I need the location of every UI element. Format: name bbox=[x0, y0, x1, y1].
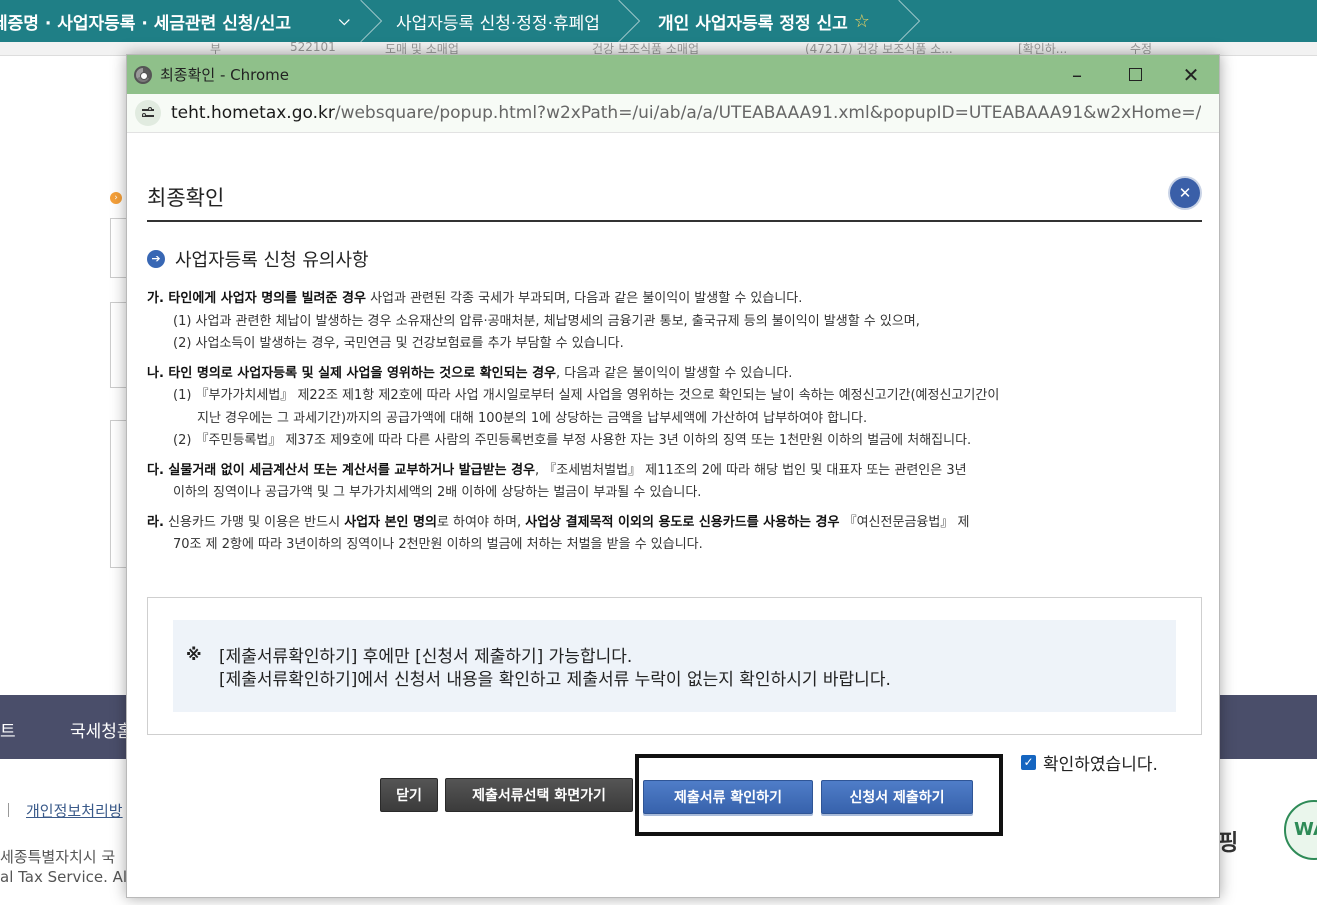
footer-nav-item[interactable]: 국세청홈 bbox=[70, 717, 133, 742]
notice-text: , 『조세범처벌법』 제11조의 2에 따라 해당 법인 및 대표자 또는 관련… bbox=[535, 462, 967, 478]
info-message: ※ [제출서류확인하기] 후에만 [신청서 제출하기] 가능합니다. [제출서류… bbox=[173, 620, 1176, 712]
check-documents-button[interactable]: 제출서류 확인하기 bbox=[643, 780, 813, 814]
notice-item-da: 다. 실물거래 없이 세금계산서 또는 계산서를 교부하거나 발급받는 경우, … bbox=[147, 460, 1202, 483]
notice-text: , 다음과 같은 불이익이 발생할 수 있습니다. bbox=[556, 365, 793, 381]
info-box: ※ [제출서류확인하기] 후에만 [신청서 제출하기] 가능합니다. [제출서류… bbox=[147, 597, 1202, 735]
footer-nav-item[interactable]: 트 bbox=[0, 717, 16, 742]
breadcrumb-menu-label: 사업자등록 신청·정정·휴폐업 bbox=[396, 13, 600, 34]
submit-application-button[interactable]: 신청서 제출하기 bbox=[821, 780, 973, 814]
notice-text: 사업과 관련된 각종 국세가 부과되며, 다음과 같은 불이익이 발생할 수 있… bbox=[365, 291, 803, 306]
breadcrumb-separator bbox=[877, 0, 921, 42]
divider bbox=[8, 803, 9, 817]
window-titlebar[interactable]: 최종확인 - Chrome – ✕ bbox=[127, 55, 1219, 94]
confirm-checkbox[interactable]: ✓ 확인하였습니다. bbox=[1021, 750, 1158, 775]
notice-subitem: 지난 경우에는 그 과세기간)까지의 공급가액에 대해 100분의 1에 상당하… bbox=[197, 410, 868, 426]
breadcrumb-menu[interactable]: 사업자등록 신청·정정·휴폐업 bbox=[372, 0, 641, 42]
footer-copyright: al Tax Service. Al bbox=[0, 868, 128, 886]
breadcrumb-current-label: 개인 사업자등록 정정 신고 bbox=[658, 13, 848, 34]
notice-list: 가. 타인에게 사업자 명의를 빌려준 경우 사업과 관련된 각종 국세가 부과… bbox=[147, 288, 1202, 557]
notice-item-na: 나. 타인 명의로 사업자등록 및 실제 사업을 영위하는 것으로 확인되는 경… bbox=[147, 363, 1202, 386]
confirm-label: 확인하였습니다. bbox=[1043, 755, 1158, 775]
section-title: 사업자등록 신청 유의사항 bbox=[175, 250, 369, 271]
background-panel bbox=[110, 302, 126, 388]
divider bbox=[147, 220, 1202, 222]
minimize-button[interactable]: – bbox=[1049, 55, 1105, 94]
notice-label: 라. bbox=[147, 514, 164, 530]
notice-subitem: (2) 사업소득이 발생하는 경우, 국민연금 및 건강보험료를 추가 부담할 … bbox=[173, 336, 624, 351]
footer-logo-text: 핑 bbox=[1218, 831, 1239, 856]
arrow-right-icon: ➔ bbox=[147, 250, 165, 268]
maximize-button[interactable] bbox=[1107, 55, 1163, 94]
star-icon[interactable]: ☆ bbox=[854, 11, 870, 32]
notice-subitem: (1) 사업과 관련한 체납이 발생하는 경우 소유재산의 압류·공매처분, 체… bbox=[173, 313, 920, 329]
site-settings-icon[interactable] bbox=[135, 100, 161, 126]
breadcrumb-category-label: 세증명 · 사업자등록 · 세금관련 신청/신고 bbox=[0, 13, 291, 34]
reference-mark-icon: ※ bbox=[186, 645, 202, 664]
notice-label: 가. 타인에게 사업자 명의를 빌려준 경우 bbox=[147, 291, 366, 306]
popup-content: 최종확인 ✕ ➔ 사업자등록 신청 유의사항 가. 타인에게 사업자 명의를 빌… bbox=[127, 134, 1219, 898]
close-icon: ✕ bbox=[1182, 62, 1200, 87]
url-path: /websquare/popup.html?w2xPath=/ui/ab/a/a… bbox=[334, 103, 1201, 123]
close-button[interactable]: 닫기 bbox=[380, 778, 438, 812]
window-title: 최종확인 - Chrome bbox=[160, 66, 289, 84]
privacy-policy-link[interactable]: 개인정보처리방 bbox=[26, 800, 123, 821]
info-line: [제출서류확인하기] 후에만 [신청서 제출하기] 가능합니다. bbox=[219, 647, 633, 667]
breadcrumb-current: 개인 사업자등록 정정 신고 ☆ bbox=[630, 0, 921, 42]
notice-subitem: (2) 『주민등록법』 제37조 제9호에 따라 다른 사람의 주민등록번호를 … bbox=[173, 433, 972, 448]
background-panel bbox=[110, 218, 126, 278]
minimize-icon: – bbox=[1072, 62, 1082, 87]
url-host: teht.hometax.go.kr bbox=[171, 103, 335, 123]
notice-text: 로 하여야 하며, bbox=[436, 514, 526, 530]
notice-subitem: 이하의 징역이나 공급가액 및 그 부가가치세액의 2배 이하에 상당하는 벌금… bbox=[173, 485, 702, 500]
select-documents-screen-button[interactable]: 제출서류선택 화면가기 bbox=[445, 778, 633, 812]
notice-label: 다. 실물거래 없이 세금계산서 또는 계산서를 교부하거나 발급받는 경우 bbox=[147, 462, 535, 478]
chrome-icon bbox=[134, 65, 152, 84]
table-cell: 522101 bbox=[290, 42, 336, 54]
notice-text: 『여신전문금융법』 제 bbox=[839, 514, 970, 530]
info-line: [제출서류확인하기]에서 신청서 내용을 확인하고 제출서류 누락이 없는지 확… bbox=[219, 670, 891, 690]
bullet-icon: › bbox=[110, 192, 122, 204]
notice-item-ra: 라. 신용카드 가맹 및 이용은 반드시 사업자 본인 명의로 하여야 하며, … bbox=[147, 512, 1202, 535]
notice-subitem: (1) 『부가가치세법』 제22조 제1항 제2호에 따라 사업 개시일로부터 … bbox=[173, 388, 1000, 403]
notice-item-ga: 가. 타인에게 사업자 명의를 빌려준 경우 사업과 관련된 각종 국세가 부과… bbox=[147, 288, 1202, 311]
checkbox-checked-icon[interactable]: ✓ bbox=[1021, 755, 1036, 770]
window-close-button[interactable]: ✕ bbox=[1163, 55, 1219, 94]
footer-address: 세종특별자치시 국 bbox=[0, 848, 116, 866]
notice-subitem: 70조 제 2항에 따라 3년이하의 징역이나 2천만원 이하의 벌금에 처하는… bbox=[173, 537, 703, 552]
section-heading: ➔ 사업자등록 신청 유의사항 bbox=[147, 246, 369, 272]
web-accessibility-badge: WA bbox=[1284, 800, 1317, 860]
notice-label: 나. 타인 명의로 사업자등록 및 실제 사업을 영위하는 것으로 확인되는 경… bbox=[147, 365, 556, 381]
background-panel bbox=[110, 420, 126, 568]
maximize-icon bbox=[1128, 68, 1142, 81]
popup-title: 최종확인 bbox=[147, 186, 225, 210]
notice-text: 신용카드 가맹 및 이용은 반드시 bbox=[163, 514, 345, 530]
notice-emphasis: 사업상 결제목적 이외의 용도로 신용카드를 사용하는 경우 bbox=[525, 514, 840, 530]
popup-window: 최종확인 - Chrome – ✕ teht.hometax.go.kr/web… bbox=[126, 54, 1220, 898]
url-text[interactable]: teht.hometax.go.kr/websquare/popup.html?… bbox=[171, 103, 1201, 123]
close-icon: ✕ bbox=[1178, 184, 1192, 202]
popup-close-button[interactable]: ✕ bbox=[1170, 178, 1200, 208]
top-navigation: 세증명 · 사업자등록 · 세금관련 신청/신고 ⌵ 사업자등록 신청·정정·휴… bbox=[0, 0, 1317, 42]
notice-emphasis: 사업자 본인 명의 bbox=[344, 514, 437, 530]
address-bar[interactable]: teht.hometax.go.kr/websquare/popup.html?… bbox=[127, 94, 1219, 133]
breadcrumb-category[interactable]: 세증명 · 사업자등록 · 세금관련 신청/신고 ⌵ bbox=[0, 0, 383, 42]
